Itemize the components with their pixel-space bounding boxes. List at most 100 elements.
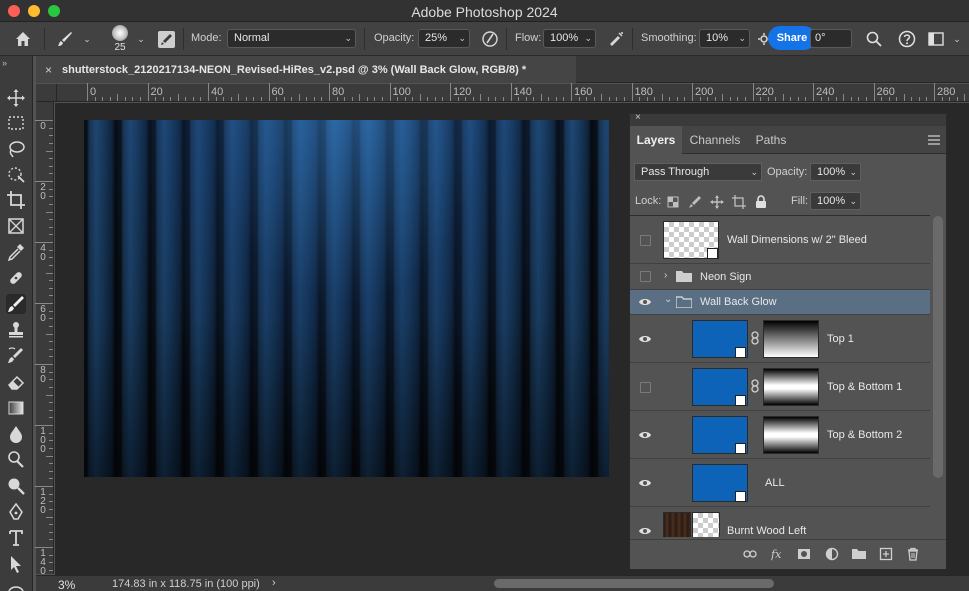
crop-tool-icon[interactable] bbox=[6, 190, 26, 210]
layers-scrollbar[interactable] bbox=[933, 216, 943, 478]
history-brush-tool-icon[interactable] bbox=[6, 346, 26, 366]
eye-icon[interactable] bbox=[638, 524, 652, 537]
eyedropper-tool-icon[interactable] bbox=[6, 242, 26, 262]
layer-row-top-bottom-1[interactable]: Top & Bottom 1 bbox=[630, 363, 930, 411]
marquee-tool-icon[interactable] bbox=[6, 113, 26, 133]
layer-opacity-input[interactable]: 100% ⌄ bbox=[810, 163, 861, 181]
frame-tool-icon[interactable] bbox=[6, 216, 26, 236]
lock-artboard-icon[interactable] bbox=[732, 195, 746, 209]
blur-tool-icon[interactable] bbox=[6, 424, 26, 444]
layer-row-top-bottom-2[interactable]: Top & Bottom 2 bbox=[630, 411, 930, 459]
ruler-minor-tick bbox=[49, 562, 53, 564]
visibility-toggle[interactable] bbox=[640, 271, 651, 282]
adjustment-layer-icon[interactable] bbox=[825, 547, 839, 561]
layer-row-top-1[interactable]: Top 1 bbox=[630, 315, 930, 363]
healing-brush-tool-icon[interactable] bbox=[6, 268, 26, 288]
brush-tip-preview[interactable] bbox=[112, 25, 128, 41]
brush-tool-button[interactable] bbox=[6, 294, 26, 314]
vertical-ruler[interactable]: 0 20 40 60 80 100 120 140 bbox=[35, 102, 54, 577]
fx-icon[interactable]: fx bbox=[771, 547, 785, 561]
tab-layers[interactable]: Layers bbox=[630, 126, 682, 154]
eye-icon[interactable] bbox=[638, 332, 652, 346]
type-tool-icon[interactable] bbox=[6, 528, 26, 548]
object-selection-tool-icon[interactable] bbox=[6, 164, 26, 184]
title-bar: Adobe Photoshop 2024 bbox=[0, 0, 969, 22]
eye-icon[interactable] bbox=[638, 295, 652, 309]
gradient-tool-icon[interactable] bbox=[6, 398, 26, 418]
add-mask-icon[interactable] bbox=[797, 547, 811, 561]
layer-mask-thumbnail[interactable] bbox=[692, 512, 720, 537]
horizontal-ruler[interactable]: 0 20 40 60 80 100 120 140 160 180 200 220 240 260 280 bbox=[57, 83, 969, 102]
dodge-tool-icon[interactable] bbox=[6, 450, 26, 470]
brush-settings-panel-icon[interactable] bbox=[158, 31, 175, 48]
workspace-dropdown[interactable]: ⌄ bbox=[952, 34, 962, 44]
eraser-tool-icon[interactable] bbox=[6, 372, 26, 392]
ruler-minor-tick bbox=[964, 94, 966, 101]
fill-input[interactable]: 100% ⌄ bbox=[810, 192, 861, 210]
chevron-down-icon[interactable]: ⌄ bbox=[664, 294, 672, 305]
link-icon[interactable] bbox=[750, 379, 760, 393]
eye-icon[interactable] bbox=[638, 428, 652, 442]
layer-row-all[interactable]: ALL bbox=[630, 459, 930, 507]
new-group-icon[interactable] bbox=[852, 547, 866, 561]
layer-mask-thumbnail[interactable] bbox=[763, 416, 819, 454]
opacity-input[interactable]: 25% ⌄ bbox=[418, 29, 470, 48]
layer-row-wall-dimensions[interactable]: Wall Dimensions w/ 2" Bleed bbox=[630, 216, 930, 264]
tab-channels[interactable]: Channels bbox=[682, 126, 748, 154]
link-layers-icon[interactable] bbox=[743, 547, 757, 561]
lock-position-icon[interactable] bbox=[710, 195, 724, 209]
new-layer-icon[interactable] bbox=[879, 547, 893, 561]
layer-row-neon-sign[interactable]: › Neon Sign bbox=[630, 264, 930, 290]
layer-row-burnt-wood-left[interactable]: Burnt Wood Left bbox=[630, 507, 930, 537]
zoom-level[interactable]: 3% bbox=[58, 578, 75, 591]
pressure-opacity-icon[interactable] bbox=[481, 30, 499, 48]
horizontal-scrollbar[interactable] bbox=[494, 579, 774, 588]
clone-stamp-tool-icon[interactable] bbox=[6, 320, 26, 340]
mode-select[interactable]: Normal ⌄ bbox=[227, 29, 356, 48]
layer-mask-thumbnail[interactable] bbox=[763, 368, 819, 406]
document-tab[interactable]: × shutterstock_2120217134-NEON_Revised-H… bbox=[36, 56, 576, 83]
search-icon[interactable] bbox=[866, 31, 882, 47]
help-icon[interactable] bbox=[898, 30, 916, 48]
ruler-minor-tick bbox=[49, 249, 53, 251]
lock-image-pixels-icon[interactable] bbox=[688, 195, 702, 209]
lasso-tool-icon[interactable] bbox=[6, 139, 26, 159]
brush-tool-preset-icon[interactable] bbox=[56, 30, 74, 48]
lock-all-icon[interactable] bbox=[754, 195, 768, 209]
ruler-minor-tick bbox=[298, 94, 300, 101]
lock-transparent-pixels-icon[interactable] bbox=[666, 195, 680, 209]
layer-mask-thumbnail[interactable] bbox=[763, 320, 819, 358]
tab-paths[interactable]: Paths bbox=[748, 126, 794, 154]
layer-row-wall-back-glow[interactable]: ⌄ Wall Back Glow bbox=[630, 290, 930, 315]
workspace-layout-icon[interactable] bbox=[928, 32, 944, 46]
ruler-origin[interactable] bbox=[36, 84, 57, 102]
chevron-right-icon[interactable]: › bbox=[664, 270, 667, 281]
move-tool-icon[interactable] bbox=[6, 88, 26, 108]
toolbar-collapse-icon[interactable]: » bbox=[2, 58, 7, 68]
close-tab-icon[interactable]: × bbox=[45, 63, 52, 77]
panel-close-icon[interactable]: × bbox=[635, 112, 641, 123]
brush-angle-input[interactable]: 0° bbox=[810, 29, 852, 48]
visibility-toggle[interactable] bbox=[640, 235, 651, 246]
ruler-minor-tick bbox=[177, 94, 179, 101]
visibility-toggle[interactable] bbox=[640, 382, 651, 393]
document-info-menu-icon[interactable]: › bbox=[272, 577, 276, 589]
brush-preset-dropdown[interactable]: ⌄ bbox=[82, 34, 92, 44]
link-icon[interactable] bbox=[750, 331, 760, 345]
home-icon[interactable] bbox=[14, 30, 32, 48]
flow-input[interactable]: 100% ⌄ bbox=[543, 29, 596, 48]
blend-mode-select[interactable]: Pass Through ⌄ bbox=[634, 163, 762, 181]
path-selection-tool-icon[interactable] bbox=[6, 554, 26, 574]
eye-icon[interactable] bbox=[638, 476, 652, 490]
trash-icon[interactable] bbox=[906, 547, 920, 561]
smoothing-input[interactable]: 10% ⌄ bbox=[699, 29, 750, 48]
brush-picker-dropdown[interactable]: ⌄ bbox=[136, 34, 146, 44]
document-canvas-image[interactable] bbox=[84, 120, 609, 477]
shape-tool-icon[interactable] bbox=[6, 580, 26, 591]
share-button[interactable]: Share bbox=[768, 26, 816, 50]
panel-header[interactable]: × bbox=[630, 112, 946, 126]
pen-tool-icon[interactable] bbox=[6, 502, 26, 522]
panel-menu-icon[interactable] bbox=[928, 135, 940, 145]
airbrush-icon[interactable] bbox=[607, 30, 625, 48]
zoom-tool-icon[interactable] bbox=[6, 476, 26, 496]
